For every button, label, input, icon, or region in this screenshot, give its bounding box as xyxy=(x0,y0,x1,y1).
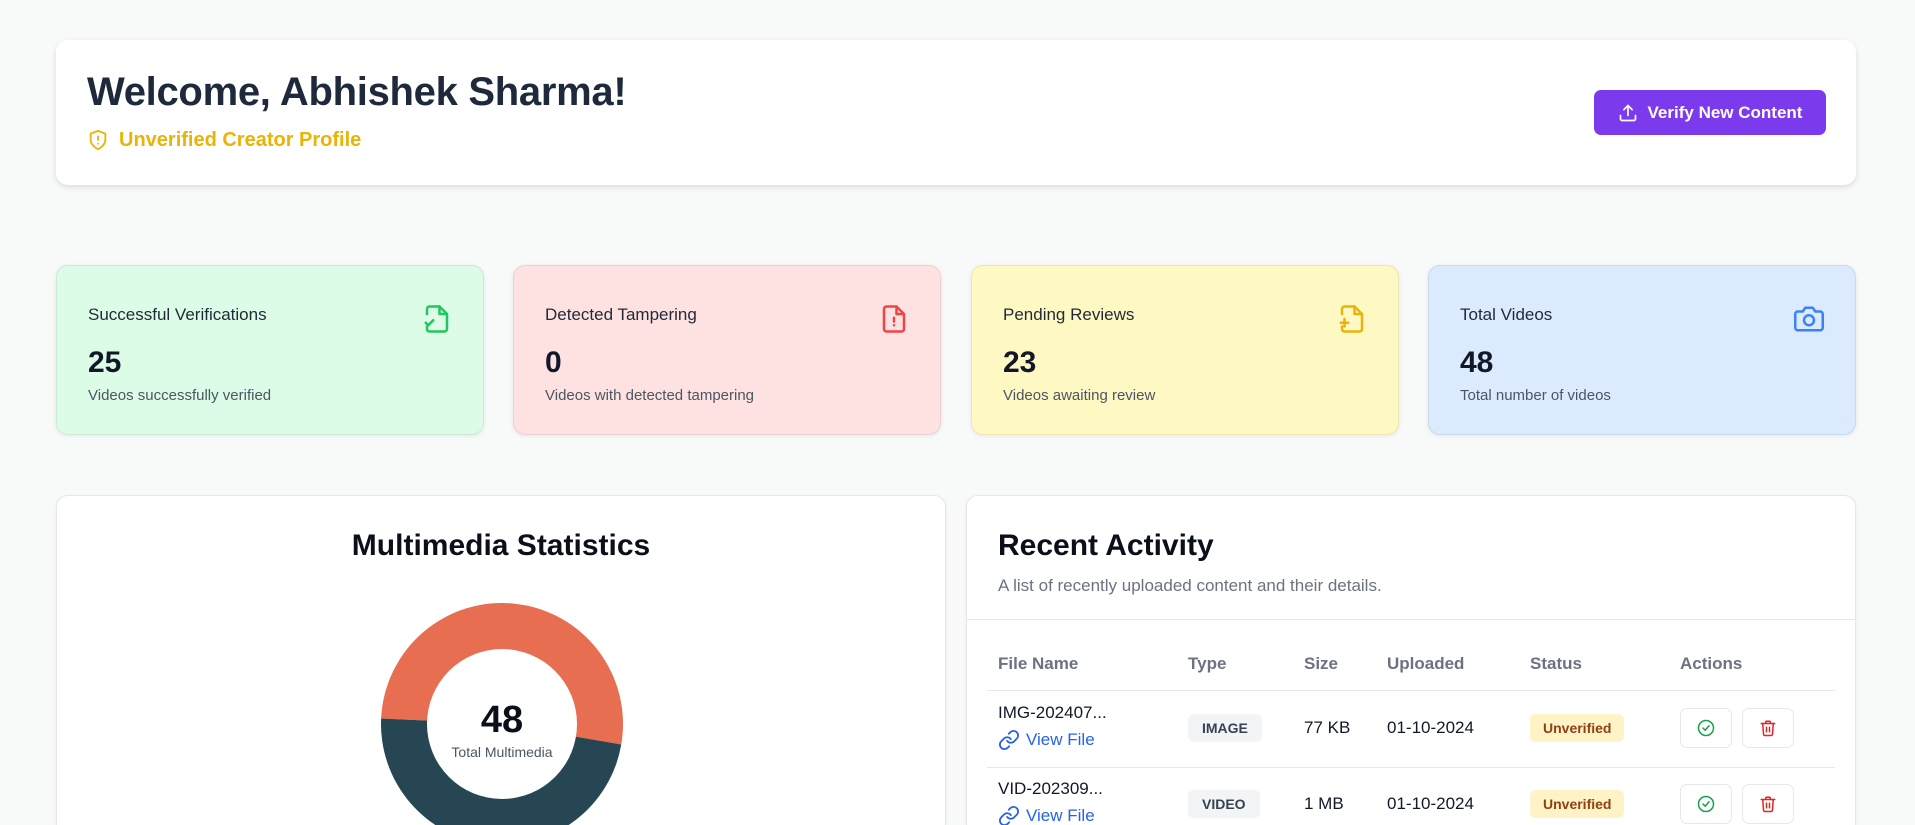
status-badge: Unverified xyxy=(1530,790,1625,818)
uploaded-cell: 01-10-2024 xyxy=(1387,718,1474,737)
view-file-link[interactable]: View File xyxy=(998,729,1095,751)
row-divider xyxy=(987,767,1835,768)
activity-title: Recent Activity xyxy=(998,529,1214,562)
stat-value: 0 xyxy=(545,346,562,379)
trash-icon xyxy=(1760,720,1776,737)
check-circle-icon xyxy=(1697,719,1715,737)
upload-icon xyxy=(1619,104,1636,121)
profile-status: Unverified Creator Profile xyxy=(87,128,361,152)
stat-card-total-videos: Total Videos 48 Total number of videos xyxy=(1428,265,1856,435)
link-icon xyxy=(998,729,1020,751)
stat-card-pending: Pending Reviews 23 Videos awaiting revie… xyxy=(971,265,1399,435)
stat-desc: Videos awaiting review xyxy=(1003,387,1156,404)
file-check-icon xyxy=(424,305,449,333)
delete-action-button[interactable] xyxy=(1742,784,1794,824)
column-header-uploaded[interactable]: Uploaded xyxy=(1387,654,1464,674)
stat-value: 48 xyxy=(1460,346,1494,379)
row-divider xyxy=(987,690,1835,691)
status-badge: Unverified xyxy=(1530,714,1625,742)
file-alert-icon xyxy=(882,305,906,333)
shield-alert-icon xyxy=(89,129,107,151)
type-badge: VIDEO xyxy=(1188,790,1260,818)
stat-desc: Videos successfully verified xyxy=(88,387,272,404)
file-name-cell: IMG-202407... xyxy=(998,703,1107,722)
donut-center-label: Total Multimedia xyxy=(451,744,552,760)
type-badge: IMAGE xyxy=(1188,714,1262,742)
view-file-label: View File xyxy=(1026,806,1095,825)
profile-status-label: Unverified Creator Profile xyxy=(119,128,362,151)
verify-action-button[interactable] xyxy=(1680,784,1732,824)
column-header-file-name[interactable]: File Name xyxy=(998,654,1078,674)
uploaded-cell: 01-10-2024 xyxy=(1387,794,1474,813)
recent-activity-panel: Recent Activity A list of recently uploa… xyxy=(966,495,1856,825)
stat-title: Detected Tampering xyxy=(545,305,697,324)
column-header-actions: Actions xyxy=(1680,654,1743,673)
donut-chart: 48 Total Multimedia xyxy=(381,603,623,825)
column-header-size[interactable]: Size xyxy=(1304,654,1338,674)
welcome-title: Welcome, Abhishek Sharma! xyxy=(87,70,627,114)
stat-value: 25 xyxy=(88,346,122,379)
file-plus-icon xyxy=(1339,305,1364,333)
donut-center-value: 48 xyxy=(481,699,523,741)
camera-icon xyxy=(1794,306,1824,332)
divider xyxy=(967,619,1855,620)
activity-description: A list of recently uploaded content and … xyxy=(998,576,1382,595)
check-circle-icon xyxy=(1697,795,1715,813)
view-file-link[interactable]: View File xyxy=(998,805,1095,825)
stat-title: Total Videos xyxy=(1460,305,1553,324)
verify-button-label: Verify New Content xyxy=(1647,102,1803,122)
column-header-status[interactable]: Status xyxy=(1530,654,1582,674)
welcome-header: Welcome, Abhishek Sharma! Unverified Cre… xyxy=(56,40,1856,185)
stat-desc: Videos with detected tampering xyxy=(545,387,755,404)
chart-title: Multimedia Statistics xyxy=(351,529,651,562)
delete-action-button[interactable] xyxy=(1742,708,1794,748)
size-cell: 1 MB xyxy=(1304,794,1344,813)
link-icon xyxy=(998,805,1020,825)
stat-card-successful: Successful Verifications 25 Videos succe… xyxy=(56,265,484,435)
view-file-label: View File xyxy=(1026,730,1095,749)
multimedia-statistics-panel: Multimedia Statistics 48 Total Multimedi… xyxy=(56,495,946,825)
stat-title: Successful Verifications xyxy=(88,305,267,324)
stat-value: 23 xyxy=(1003,346,1037,379)
size-cell: 77 KB xyxy=(1304,718,1351,737)
column-header-type[interactable]: Type xyxy=(1188,654,1226,674)
trash-icon xyxy=(1760,796,1776,813)
stat-desc: Total number of videos xyxy=(1460,387,1611,404)
verify-action-button[interactable] xyxy=(1680,708,1732,748)
file-name-cell: VID-202309... xyxy=(998,779,1103,798)
stat-title: Pending Reviews xyxy=(1003,305,1135,324)
verify-new-content-button[interactable]: Verify New Content xyxy=(1594,90,1826,135)
stat-card-tampering: Detected Tampering 0 Videos with detecte… xyxy=(513,265,941,435)
